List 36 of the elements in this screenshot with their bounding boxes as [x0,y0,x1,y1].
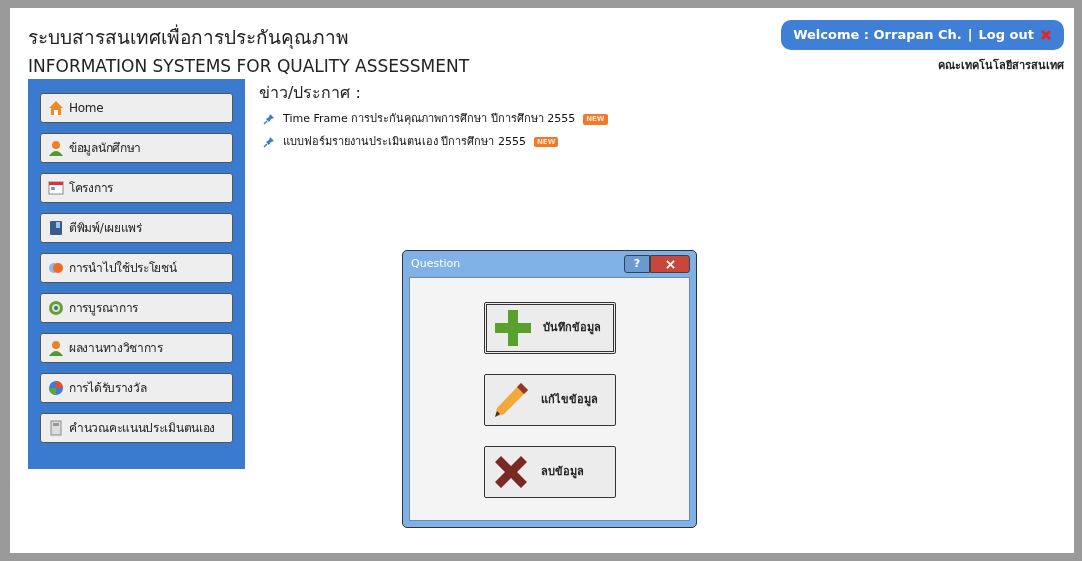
pin-icon [263,113,275,126]
circles-icon [48,260,64,276]
plus-icon [492,308,533,348]
house-icon [48,100,64,116]
dialog-action-button[interactable]: ลบข้อมูล [483,446,616,498]
sidebar-item[interactable]: ตีพิมพ์/เผยแพร่ [40,213,233,243]
news-link[interactable]: แบบฟอร์มรายงานประเมินตนเอง ปีการศึกษา 2555 [283,133,526,150]
sidebar-item[interactable]: ข้อมูลนักศึกษา [40,133,233,163]
person-icon [48,340,64,356]
award-icon [48,380,64,396]
dialog-title: Question [410,255,461,272]
sidebar-item[interactable]: คำนวณคะแนนประเมินตนเอง [40,413,233,443]
news-heading: ข่าว/ประกาศ : [259,82,362,104]
sidebar-item[interactable]: การได้รับรางวัล [40,373,233,403]
sidebar-item[interactable]: การนำไปใช้ประโยชน์ [40,253,233,283]
person-icon [48,140,64,156]
sidebar-item[interactable]: Home [40,93,233,123]
logout-link[interactable]: Log out [978,25,1034,45]
calculator-icon [48,420,64,436]
site-title: ระบบสารสนเทศเพื่อการประกันคุณภาพ [28,26,350,50]
calendar-icon [48,180,64,196]
dialog-action-button[interactable]: บันทึกข้อมูล [483,302,616,354]
book-icon [48,220,64,236]
ring-icon [48,300,64,316]
sidebar-item[interactable]: การบูรณาการ [40,293,233,323]
close-icon [665,259,675,269]
pin-icon [263,135,275,148]
site-subtitle: INFORMATION SYSTEMS FOR QUALITY ASSESSMENT [28,55,470,77]
sidebar-item[interactable]: ผลงานทางวิชาการ [40,333,233,363]
dialog-action-button[interactable]: แก้ไขข้อมูล [483,374,616,426]
news-link[interactable]: Time Frame การประกันคุณภาพการศึกษา ปีการศึกษา 2555 [283,111,576,128]
sidebar-item[interactable]: โครงการ [40,173,233,203]
separator-text: | [967,26,973,44]
welcome-text: Welcome : Orrapan Ch. [793,26,962,44]
faculty-name: คณะเทคโนโลยีสารสนเทศ [938,57,1064,74]
close-button[interactable] [650,255,690,273]
